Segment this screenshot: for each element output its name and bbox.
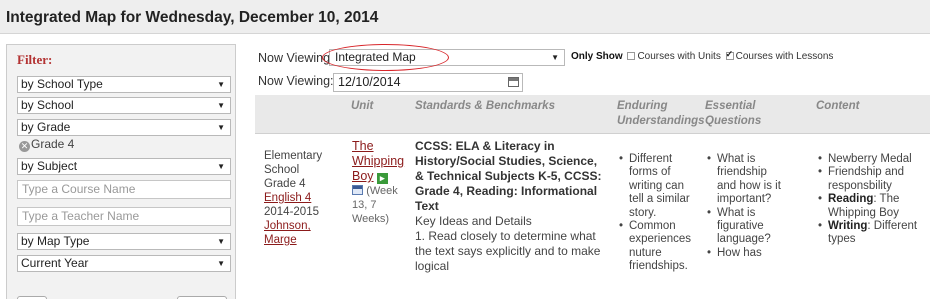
dropdown-arrow-icon: ▼ xyxy=(217,259,225,268)
subject-value: by Subject xyxy=(21,159,78,173)
grade-chip-label: Grade 4 xyxy=(31,137,75,151)
standard-item: 1. Read closely to determine what the te… xyxy=(415,229,601,273)
header-essential: Essential Questions xyxy=(705,99,761,129)
content-text: Friendship and responsbility xyxy=(828,166,905,192)
enduring-cell: Different forms of writing can tell a si… xyxy=(619,153,695,274)
header-essential-line1: Essential xyxy=(705,100,756,112)
list-item: How has xyxy=(707,247,783,261)
header-essential-line2: Questions xyxy=(705,115,762,127)
now-viewing-date-label: Now Viewing: xyxy=(258,74,334,88)
teacher-link[interactable]: Johnson, Marge xyxy=(264,220,311,246)
page-title: Integrated Map for Wednesday, December 1… xyxy=(6,9,379,26)
teacher-name-input[interactable]: Type a Teacher Name xyxy=(17,207,231,226)
only-show-label: Only Show xyxy=(571,51,623,62)
grade-text: Grade 4 xyxy=(264,178,306,190)
header-enduring: Enduring Understandings xyxy=(617,99,705,129)
dropdown-arrow-icon: ▼ xyxy=(217,123,225,132)
list-item: Newberry Medal xyxy=(818,153,922,167)
grade-select[interactable]: by Grade ▼ xyxy=(17,119,231,136)
units-label: Courses with Units xyxy=(637,51,721,62)
integrated-map-table: Unit Standards & Benchmarks Enduring Und… xyxy=(255,95,930,299)
header-enduring-line1: Enduring xyxy=(617,100,668,112)
content-text: Newberry Medal xyxy=(828,153,912,165)
header-content: Content xyxy=(816,100,860,112)
questions-cell: What is friendship and how is it importa… xyxy=(707,153,783,261)
content-bold: Reading xyxy=(828,193,874,206)
school-value: by School xyxy=(21,98,74,112)
list-item: What is figurative language? xyxy=(707,207,783,247)
dropdown-arrow-icon: ▼ xyxy=(217,237,225,246)
dropdown-arrow-icon: ▼ xyxy=(217,80,225,89)
calendar-icon[interactable] xyxy=(508,77,519,87)
filter-header: Filter: xyxy=(17,52,53,67)
title-bar: Integrated Map for Wednesday, December 1… xyxy=(0,0,930,34)
filter-panel: Filter: by School Type ▼ by School ▼ by … xyxy=(6,44,236,299)
unit-cell: The Whipping Boy ▸ (Week 13, 7 Weeks) xyxy=(352,139,408,226)
calendar-icon xyxy=(352,185,363,195)
year-text: 2014-2015 xyxy=(264,206,319,218)
course-name-input[interactable]: Type a Course Name xyxy=(17,180,231,199)
content-bold: Writing xyxy=(828,220,868,233)
standard-title: CCSS: ELA & Literacy in History/Social S… xyxy=(415,139,602,213)
content-cell: Newberry Medal Friendship and responsbil… xyxy=(818,153,922,247)
date-value: 12/10/2014 xyxy=(338,75,401,89)
grade-filter-chip: ✕ Grade 4 xyxy=(19,137,74,152)
annotation-ellipse xyxy=(322,44,449,71)
go-arrow-icon[interactable]: ▸ xyxy=(376,173,388,184)
course-info-cell: Elementary School Grade 4 English 4 2014… xyxy=(264,149,332,247)
list-item: Reading: The Whipping Boy xyxy=(818,193,922,220)
dropdown-arrow-icon: ▼ xyxy=(551,53,559,62)
lessons-label: Courses with Lessons xyxy=(735,51,834,62)
year-value: Current Year xyxy=(21,256,89,270)
units-checkbox[interactable] xyxy=(627,52,636,60)
school-type-select[interactable]: by School Type ▼ xyxy=(17,76,231,93)
lessons-checkbox[interactable] xyxy=(725,49,734,60)
course-link[interactable]: English 4 xyxy=(264,192,311,204)
header-unit: Unit xyxy=(351,100,374,112)
table-header: Unit Standards & Benchmarks Enduring Und… xyxy=(255,95,930,134)
header-standards: Standards & Benchmarks xyxy=(415,100,555,112)
date-input[interactable]: 12/10/2014 xyxy=(333,73,523,92)
school-type-text: Elementary School xyxy=(264,150,323,176)
list-item: Different forms of writing can tell a si… xyxy=(619,153,695,220)
list-item: Friendship and responsbility xyxy=(818,166,922,193)
dropdown-arrow-icon: ▼ xyxy=(217,162,225,171)
subject-select[interactable]: by Subject ▼ xyxy=(17,158,231,175)
only-show-options: Only Show Courses with Units Courses wit… xyxy=(571,49,834,62)
dropdown-arrow-icon: ▼ xyxy=(217,101,225,110)
header-enduring-line2: Understandings xyxy=(617,115,705,127)
school-select[interactable]: by School ▼ xyxy=(17,97,231,114)
grade-value: by Grade xyxy=(21,120,71,134)
map-type-value: by Map Type xyxy=(21,234,90,248)
table-row: Elementary School Grade 4 English 4 2014… xyxy=(255,135,930,299)
list-item: Common experiences nuture friendships. xyxy=(619,220,695,274)
school-type-value: by School Type xyxy=(21,77,103,91)
standard-subheading: Key Ideas and Details xyxy=(415,214,532,228)
list-item: Writing: Different types xyxy=(818,220,922,247)
remove-icon[interactable]: ✕ xyxy=(19,141,30,152)
year-select[interactable]: Current Year ▼ xyxy=(17,255,231,272)
map-type-select[interactable]: by Map Type ▼ xyxy=(17,233,231,250)
standards-cell: CCSS: ELA & Literacy in History/Social S… xyxy=(415,139,605,274)
list-item: What is friendship and how is it importa… xyxy=(707,153,783,207)
